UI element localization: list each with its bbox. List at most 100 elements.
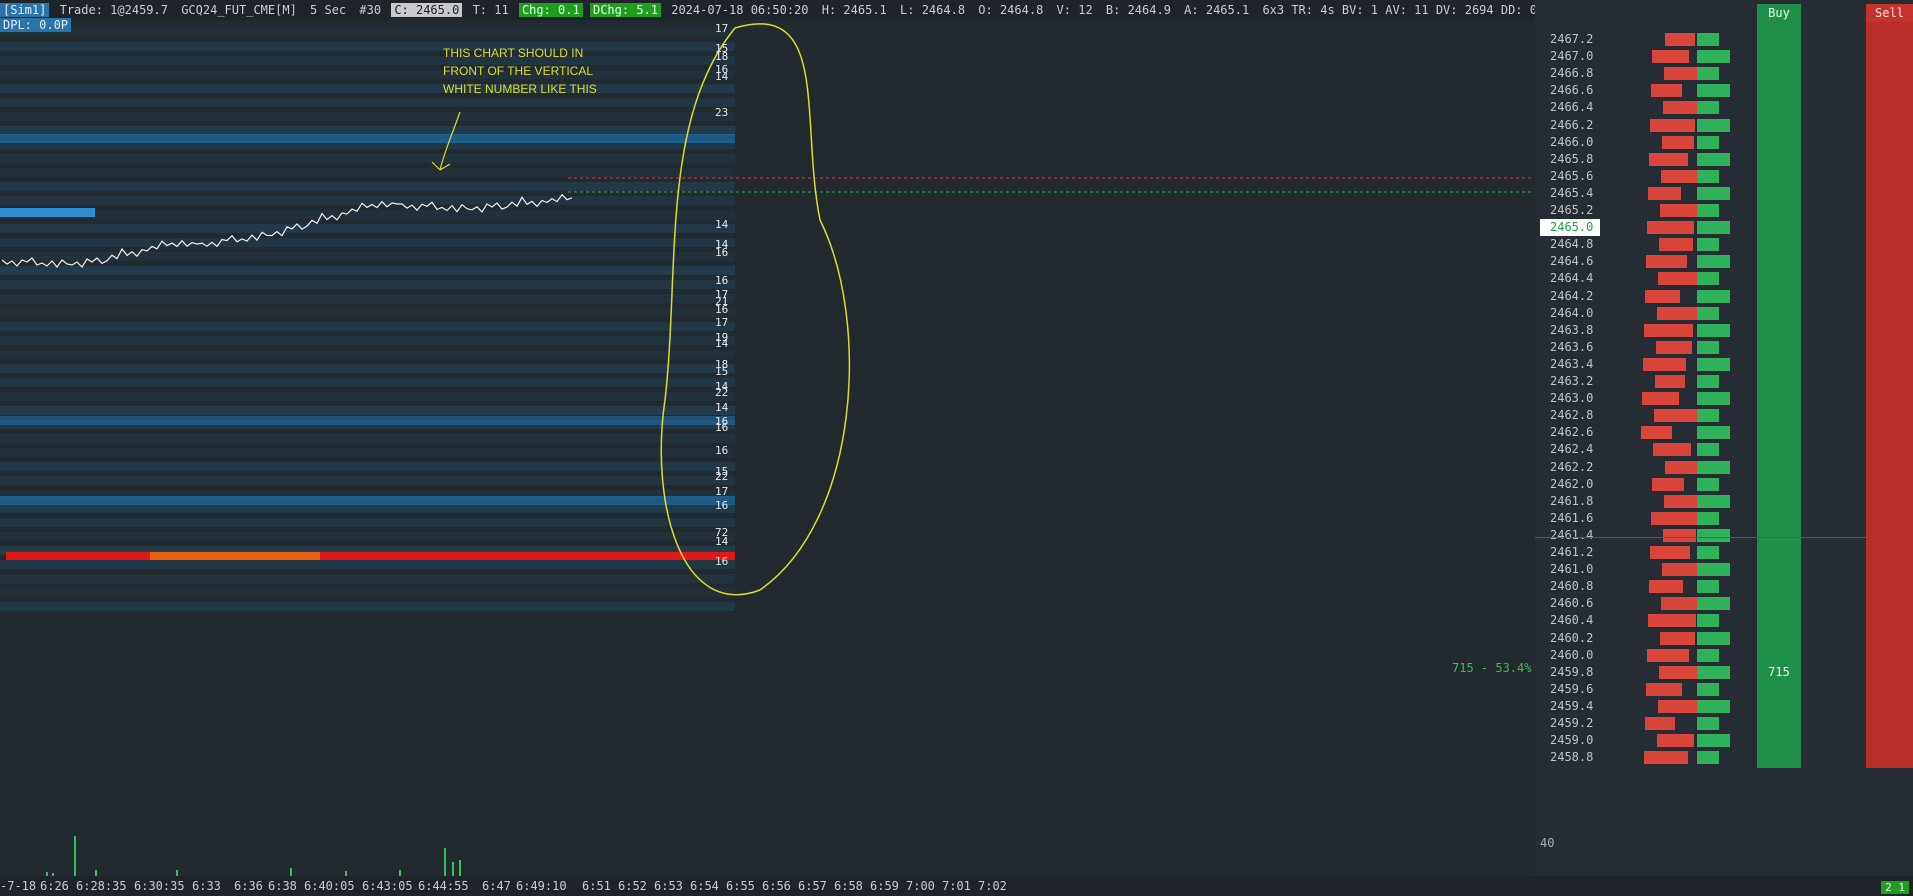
buy-volume-bar — [1697, 101, 1719, 115]
ladder-row[interactable]: 2464.2 — [0, 288, 1913, 305]
ladder-price: 2459.0 — [1550, 733, 1594, 748]
change-label: Chg: 0.1 — [518, 3, 583, 17]
ladder-row[interactable]: 2467.0 — [0, 48, 1913, 65]
ladder-row[interactable]: 2464.0 — [0, 305, 1913, 322]
ladder-row[interactable]: 2460.6 — [0, 595, 1913, 612]
ladder-row[interactable]: 2460.0 — [0, 647, 1913, 664]
ladder-row[interactable]: 2462.6 — [0, 424, 1913, 441]
ladder-row[interactable]: 2458.8 — [0, 749, 1913, 766]
bar-count-label: #30 — [359, 3, 382, 17]
buy-volume-bar — [1697, 494, 1730, 508]
buy-volume-bar — [1697, 631, 1730, 645]
buy-volume-bar — [1697, 33, 1719, 46]
ladder-row[interactable]: 2459.0 — [0, 732, 1913, 749]
high-label: H: 2465.1 — [821, 3, 887, 17]
buy-volume-bar — [1697, 648, 1719, 662]
sell-volume-bar — [1644, 751, 1688, 765]
status-badge: 2 1 — [1881, 881, 1909, 894]
ladder-row[interactable]: 2465.4 — [0, 185, 1913, 202]
ladder-row[interactable]: 2462.0 — [0, 476, 1913, 493]
ladder-row[interactable]: 2462.2 — [0, 459, 1913, 476]
buy-volume-bar — [1697, 340, 1719, 354]
ladder-row[interactable]: 2465.0 — [0, 219, 1913, 237]
ladder-row[interactable]: 2462.4 — [0, 441, 1913, 458]
ladder-price: 2463.2 — [1550, 374, 1594, 388]
ladder-row[interactable]: 2467.2 — [0, 31, 1913, 48]
daily-change-label: DChg: 5.1 — [589, 3, 661, 17]
symbol-label[interactable]: GCQ24_FUT_CME[M] — [178, 3, 300, 17]
ladder-row[interactable]: 2465.2 — [0, 202, 1913, 219]
ladder-price: 2459.2 — [1550, 716, 1594, 730]
sim-account-label[interactable]: [Sim1] — [0, 3, 50, 17]
ladder-row[interactable]: 2461.8 — [0, 493, 1913, 510]
volume-percent-label: 715 - 53.4% — [1452, 661, 1532, 675]
sell-volume-bar — [1643, 357, 1686, 371]
sell-volume-bar — [1650, 546, 1690, 559]
ladder-row[interactable]: 2463.4 — [0, 356, 1913, 373]
sell-volume-bar — [1652, 50, 1689, 64]
sell-volume-bar — [1657, 306, 1699, 320]
ladder-price: 2458.8 — [1550, 750, 1594, 765]
volume-bar — [452, 862, 454, 876]
time-tick: 6:52 — [618, 879, 647, 893]
sell-column[interactable] — [1866, 22, 1913, 768]
ladder-row[interactable]: 2464.6 — [0, 253, 1913, 270]
ladder-row[interactable]: 2466.6 — [0, 82, 1913, 99]
datetime-label: 2024-07-18 06:50:20 — [671, 3, 809, 17]
time-tick: 6:53 — [654, 879, 683, 893]
ladder-row[interactable]: 2459.2 — [0, 715, 1913, 732]
ladder-row[interactable]: 2461.6 — [0, 510, 1913, 527]
ladder-row[interactable]: 2463.2 — [0, 373, 1913, 390]
ladder-row[interactable]: 2466.0 — [0, 134, 1913, 151]
ladder-row[interactable]: 2460.8 — [0, 578, 1913, 595]
ladder-row[interactable]: 2463.0 — [0, 390, 1913, 407]
ladder-row[interactable]: 2459.4 — [0, 698, 1913, 715]
ladder-price: 2461.2 — [1550, 545, 1594, 559]
interval-label[interactable]: 5 Sec — [307, 3, 349, 17]
ladder-row[interactable]: 2463.6 — [0, 339, 1913, 356]
buy-volume-bar — [1697, 152, 1730, 166]
ladder-row[interactable]: 2464.4 — [0, 270, 1913, 287]
time-tick: 6:44:55 — [418, 879, 469, 893]
ladder-row[interactable]: 2463.8 — [0, 322, 1913, 339]
ladder-row[interactable]: 2461.4 — [0, 527, 1913, 544]
sell-volume-bar — [1648, 614, 1696, 628]
ladder-price: 2465.4 — [1550, 185, 1594, 200]
ladder-price: 2462.0 — [1550, 476, 1594, 491]
ladder-row[interactable]: 2466.4 — [0, 99, 1913, 116]
ladder-row[interactable]: 2459.8 — [0, 664, 1913, 681]
ladder-price: 2465.2 — [1550, 203, 1594, 217]
sell-volume-bar — [1641, 426, 1672, 440]
ladder-price: 2460.0 — [1550, 647, 1594, 662]
ladder-row[interactable]: 2462.8 — [0, 407, 1913, 424]
time-tick: 7:02 — [978, 879, 1007, 893]
buy-volume-bar — [1697, 699, 1730, 713]
ladder-row[interactable]: 2465.6 — [0, 168, 1913, 185]
sell-volume-bar — [1657, 734, 1694, 748]
buy-volume-bar — [1697, 751, 1719, 765]
sell-column-header[interactable]: Sell — [1866, 4, 1913, 22]
ladder-row[interactable]: 2466.2 — [0, 117, 1913, 134]
ladder-row[interactable]: 2461.2 — [0, 544, 1913, 561]
buy-volume-bar — [1697, 289, 1730, 303]
ladder-row[interactable]: 2466.8 — [0, 65, 1913, 82]
open-label: O: 2464.8 — [978, 3, 1044, 17]
buy-volume-bar — [1697, 563, 1730, 577]
ladder-price: 2461.6 — [1550, 510, 1594, 525]
ladder-price: 2463.4 — [1550, 356, 1594, 371]
ladder-row[interactable]: 2459.6 — [0, 681, 1913, 698]
ladder-row[interactable]: 2464.8 — [0, 236, 1913, 253]
ladder-row[interactable]: 2465.8 — [0, 151, 1913, 168]
sell-volume-bar — [1652, 477, 1684, 491]
buy-column-header[interactable]: Buy — [1757, 4, 1801, 22]
ladder-row[interactable]: 2460.4 — [0, 612, 1913, 629]
sell-volume-bar — [1660, 204, 1700, 217]
ladder-row[interactable]: 2461.0 — [0, 561, 1913, 578]
buy-column[interactable] — [1757, 22, 1801, 768]
buy-volume-bar — [1697, 186, 1730, 200]
sell-volume-bar — [1648, 186, 1681, 200]
sell-volume-bar — [1651, 84, 1682, 98]
sell-volume-bar — [1642, 392, 1679, 406]
ladder-row[interactable]: 2460.2 — [0, 630, 1913, 647]
time-tick: 6:38 — [268, 879, 297, 893]
